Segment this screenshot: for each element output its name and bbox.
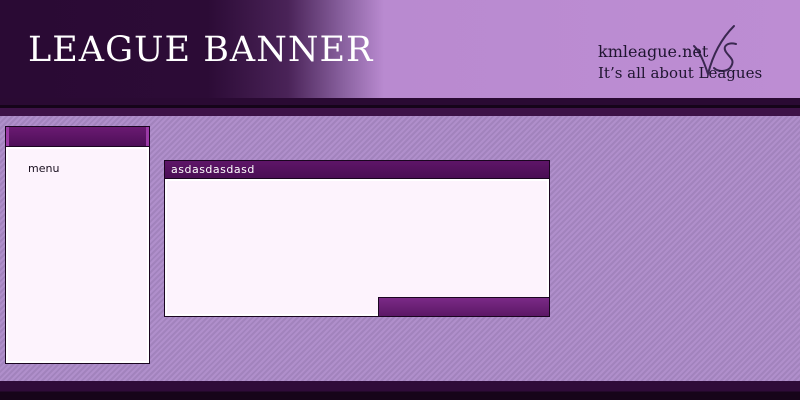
site-name[interactable]: kmleague.net	[598, 42, 708, 61]
menu-panel: menu	[5, 126, 150, 364]
menu-label[interactable]: menu	[28, 162, 59, 175]
menu-panel-body: menu	[6, 147, 149, 363]
header-divider-bar	[0, 98, 800, 116]
site-tagline: It’s all about Leagues	[598, 64, 763, 82]
content-panel-title: asdasdasdasd	[171, 163, 255, 176]
content-panel: asdasdasdasd	[164, 160, 550, 317]
banner-title: LEAGUE BANNER	[28, 30, 374, 70]
footer-bar	[0, 381, 800, 400]
menu-panel-header	[6, 127, 149, 147]
content-panel-header: asdasdasdasd	[165, 161, 549, 179]
header-banner: LEAGUE BANNER kmleague.net It’s all abou…	[0, 0, 800, 98]
content-panel-footer-tab	[378, 297, 549, 316]
content-panel-body	[165, 179, 549, 316]
